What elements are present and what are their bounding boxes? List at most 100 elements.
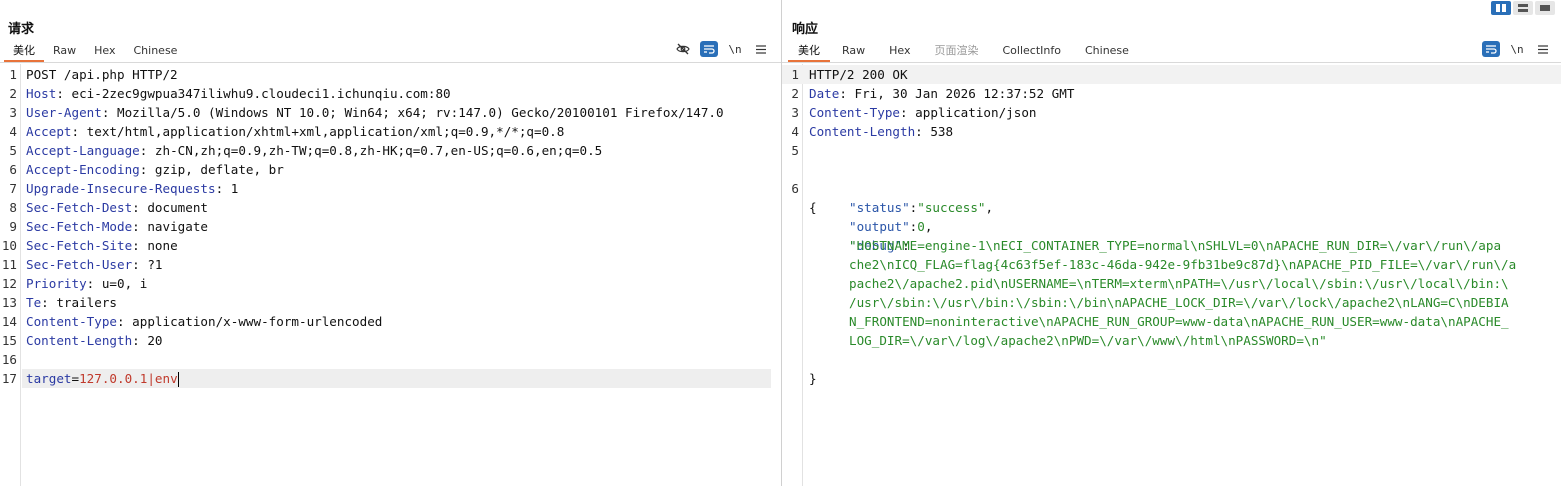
line-number: 8 (9, 200, 17, 215)
json-open-line: 6 { (782, 160, 1561, 215)
response-title: 响应 (792, 22, 819, 37)
request-tab-underline (0, 62, 781, 63)
line-content: Content-Type: application/json (809, 105, 1037, 120)
request-line: 2 Host: eci-2zec9gwpua347iliwhu9.cloudeci… (0, 84, 781, 103)
request-line: 11 Sec-Fetch-User: ?1 (0, 255, 781, 274)
header-value: application/x-www-form-urlencoded (124, 314, 383, 329)
json-debug-text: "HOSTNAME=engine-1\nECI_CONTAINER_TYPE=n… (849, 238, 1502, 253)
json-debug-text: N_FRONTEND=noninteractive\nAPACHE_RUN_GR… (849, 314, 1509, 329)
line-content: User-Agent: Mozilla/5.0 (Windows NT 10.0… (26, 105, 724, 120)
header-value: Fri, 30 Jan 2026 12:37:52 GMT (846, 86, 1075, 101)
response-pane: 响应 美化 Raw Hex 页面渲染 CollectInfo Chinese \… (782, 0, 1561, 486)
line-number: 4 (791, 124, 799, 139)
response-tab-render[interactable]: 页面渲染 (923, 42, 991, 62)
line-content: Upgrade-Insecure-Requests: 1 (26, 181, 239, 196)
line-number: 15 (1, 333, 17, 348)
newline-toggle-button[interactable]: \n (1508, 41, 1526, 57)
header-name: Date (809, 86, 840, 101)
wrap-icon[interactable] (700, 41, 718, 57)
request-line: 4 Accept: text/html,application/xhtml+xml… (0, 122, 781, 141)
header-value: u=0, i (94, 276, 148, 291)
line-number: 3 (791, 105, 799, 120)
request-editor[interactable]: 1 POST /api.php HTTP/2 2 Host: eci-2zec9gwp… (0, 64, 781, 486)
header-name: Sec-Fetch-Site (26, 238, 133, 253)
header-value: 538 (922, 124, 954, 139)
request-tab-raw[interactable]: Raw (44, 42, 85, 62)
response-tab-collectinfo[interactable]: CollectInfo (991, 42, 1073, 62)
line-number: 2 (9, 86, 17, 101)
line-number: 3 (9, 105, 17, 120)
header-name: Content-Length (26, 333, 133, 348)
header-value: zh-CN,zh;q=0.9,zh-TW;q=0.8,zh-HK;q=0.7,e… (147, 143, 603, 158)
json-close-brace: } (809, 371, 817, 386)
header-value: Mozilla/5.0 (Windows NT 10.0; Win64; x64… (109, 105, 724, 120)
line-number: 7 (9, 181, 17, 196)
line-number: 4 (9, 124, 17, 139)
json-debug-text: LOG_DIR=\/var\/log\/apache2\nPWD=\/var\/… (849, 333, 1327, 348)
line-number: 17 (1, 371, 17, 386)
line-number: 11 (1, 257, 17, 272)
line-number: 2 (791, 86, 799, 101)
param-equals: = (71, 371, 80, 386)
header-name: User-Agent (26, 105, 102, 120)
json-output-line: "output":0, (849, 219, 933, 234)
response-tab-pretty[interactable]: 美化 (788, 42, 830, 62)
line-content: Te: trailers (26, 295, 118, 310)
line-content: Sec-Fetch-Site: none (26, 238, 178, 253)
request-tab-hex[interactable]: Hex (85, 42, 124, 62)
header-value: gzip, deflate, br (147, 162, 284, 177)
eye-slash-icon[interactable] (674, 41, 692, 57)
response-tab-chinese[interactable]: Chinese (1073, 42, 1141, 62)
json-debug-key-line: "debug": (849, 238, 910, 253)
request-tab-pretty[interactable]: 美化 (4, 42, 44, 62)
header-name: Upgrade-Insecure-Requests (26, 181, 216, 196)
header-value: 20 (139, 333, 163, 348)
request-tabs: 美化 Raw Hex Chinese (4, 42, 186, 62)
header-value: eci-2zec9gwpua347iliwhu9.cloudeci1.ichun… (63, 86, 451, 101)
hamburger-menu-icon[interactable] (1534, 41, 1552, 57)
header-value: navigate (139, 219, 208, 234)
header-name: Sec-Fetch-Dest (26, 200, 133, 215)
header-value: application/json (907, 105, 1037, 120)
header-value: none (139, 238, 178, 253)
request-body-line[interactable]: 17 target=127.0.0.1|env (2, 369, 771, 388)
line-content: Sec-Fetch-User: ?1 (26, 257, 163, 272)
response-line: 1 HTTP/2 200 OK (782, 65, 1561, 84)
header-name: Priority (26, 276, 87, 291)
header-name: Accept-Language (26, 143, 140, 158)
line-content: Content-Type: application/x-www-form-url… (26, 314, 383, 329)
header-value: 1 (223, 181, 239, 196)
json-debug-wrapped-line: LOG_DIR=\/var\/log\/apache2\nPWD=\/var\/… (782, 331, 1561, 350)
line-number: 5 (791, 143, 799, 158)
header-name: Sec-Fetch-Mode (26, 219, 133, 234)
line-content: Sec-Fetch-Mode: navigate (26, 219, 208, 234)
line-content: Sec-Fetch-Dest: document (26, 200, 208, 215)
response-line: 4 Content-Length: 538 (782, 122, 1561, 141)
newline-toggle-button[interactable]: \n (726, 41, 744, 57)
request-line: 14 Content-Type: application/x-www-form-u… (0, 312, 781, 331)
json-debug-wrapped-line: pache2\/apache2.pid\nUSERNAME=\nTERM=xte… (782, 274, 1561, 293)
request-line: 9 Sec-Fetch-Mode: navigate (0, 217, 781, 236)
header-name: Content-Type (26, 314, 117, 329)
response-lines: 1 HTTP/2 200 OK 2 Date: Fri, 30 Jan 2026 12… (782, 65, 1561, 160)
hamburger-menu-icon[interactable] (752, 41, 770, 57)
header-name: Host (26, 86, 57, 101)
json-debug-wrapped-line: N_FRONTEND=noninteractive\nAPACHE_RUN_GR… (782, 312, 1561, 331)
response-tab-raw[interactable]: Raw (830, 42, 877, 62)
request-tab-chinese[interactable]: Chinese (125, 42, 187, 62)
request-line: 3 User-Agent: Mozilla/5.0 (Windows NT 10.… (0, 103, 781, 122)
request-line: 8 Sec-Fetch-Dest: document (0, 198, 781, 217)
response-tab-underline (782, 62, 1561, 63)
response-tab-hex[interactable]: Hex (877, 42, 922, 62)
line-content: Accept: text/html,application/xhtml+xml,… (26, 124, 565, 139)
wrap-icon[interactable] (1482, 41, 1500, 57)
header-name: Accept-Encoding (26, 162, 140, 177)
request-line: 1 POST /api.php HTTP/2 (0, 65, 781, 84)
line-content: Content-Length: 20 (26, 333, 163, 348)
json-close-line: } (782, 350, 1561, 386)
line-number: 1 (9, 67, 17, 82)
response-editor[interactable]: 1 HTTP/2 200 OK 2 Date: Fri, 30 Jan 2026 12… (782, 64, 1561, 486)
json-debug-text: pache2\/apache2.pid\nUSERNAME=\nTERM=xte… (849, 276, 1509, 291)
json-debug-wrapped-line: che2\nICQ_FLAG=flag{4c63f5ef-183c-46da-9… (782, 255, 1561, 274)
line-number: 10 (1, 238, 17, 253)
